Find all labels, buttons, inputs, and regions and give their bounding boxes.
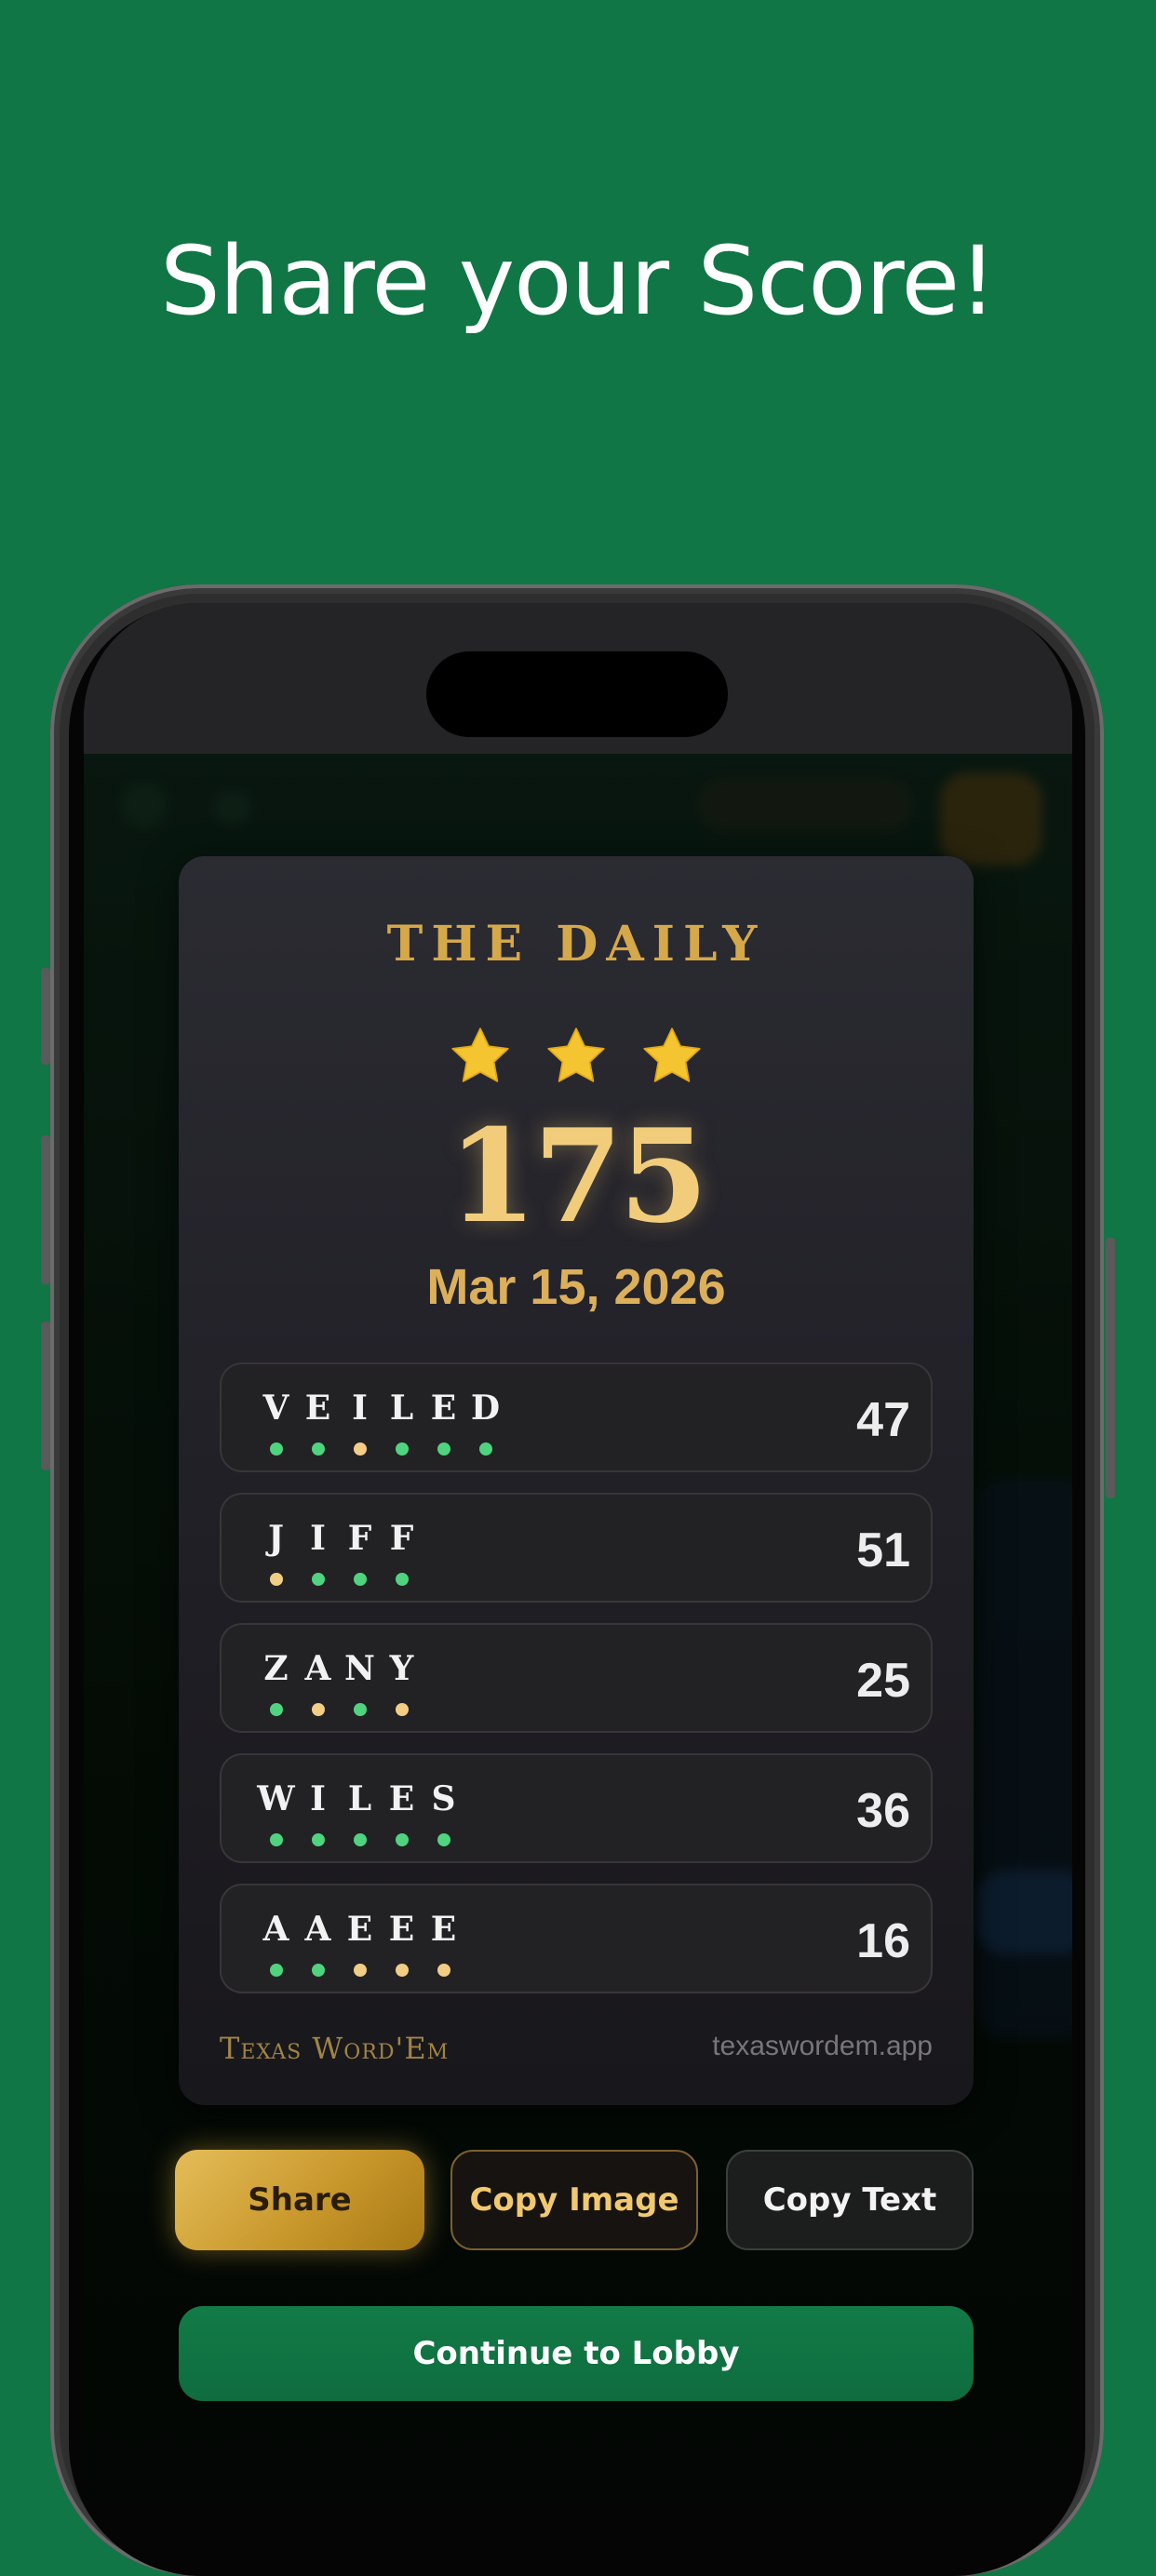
side-button-power (1106, 1238, 1115, 1498)
word-row: AAEEE 16 (220, 1884, 933, 1993)
word-letter: I (310, 1519, 326, 1558)
word-score: 36 (856, 1784, 910, 1838)
word-letter: I (310, 1779, 326, 1818)
word-row: JIFF 51 (220, 1493, 933, 1603)
green-dot-icon (269, 1833, 283, 1846)
star-icon (643, 1027, 701, 1082)
word-letter: I (352, 1389, 368, 1428)
word-letter: V (262, 1389, 289, 1428)
word-letter: Y (389, 1649, 414, 1688)
green-dot-icon (311, 1573, 325, 1586)
green-dot-icon (269, 1442, 283, 1456)
gold-dot-icon (269, 1573, 283, 1586)
word-score: 51 (856, 1523, 910, 1577)
word-letter: E (346, 1910, 373, 1949)
share-button[interactable]: Share (175, 2150, 424, 2250)
letter-dots (255, 1442, 506, 1456)
word-letter: Z (263, 1649, 289, 1688)
word-letter: E (430, 1910, 457, 1949)
side-button-silent (41, 968, 50, 1065)
brand-url: texaswordem.app (712, 2031, 933, 2061)
word-letter: F (389, 1519, 414, 1558)
star-icon (547, 1027, 605, 1082)
word-score: 16 (856, 1914, 910, 1968)
word-letter: N (344, 1649, 375, 1688)
word-score: 47 (856, 1393, 910, 1447)
letter-dots (255, 1833, 464, 1846)
word-letters: ZANY (255, 1649, 423, 1688)
letter-dots (255, 1964, 464, 1977)
headline: Share your Score! (159, 226, 997, 337)
word-letter: F (347, 1519, 372, 1558)
puzzle-date: Mar 15, 2026 (426, 1259, 726, 1315)
word-row: VEILED 47 (220, 1362, 933, 1472)
side-button-volume-down (41, 1322, 50, 1470)
letter-dots (255, 1573, 423, 1586)
gold-dot-icon (353, 1442, 367, 1456)
word-row: ZANY 25 (220, 1623, 933, 1733)
green-dot-icon (478, 1442, 492, 1456)
word-letter: E (388, 1910, 415, 1949)
word-letters: VEILED (255, 1389, 506, 1428)
word-letter: E (430, 1389, 457, 1428)
word-letter: J (267, 1519, 285, 1558)
word-letter: A (304, 1910, 331, 1949)
word-letter: L (347, 1779, 372, 1818)
green-dot-icon (353, 1703, 367, 1716)
gold-dot-icon (311, 1703, 325, 1716)
green-dot-icon (353, 1573, 367, 1586)
star-icon (451, 1027, 509, 1082)
word-letter: A (262, 1910, 289, 1949)
word-list: VEILED 47 JIFF 51 ZANY 25 WILES 36 AAEEE… (220, 1362, 933, 2014)
gold-dot-icon (395, 1703, 409, 1716)
green-dot-icon (269, 1703, 283, 1716)
word-score: 25 (856, 1654, 910, 1708)
green-dot-icon (311, 1833, 325, 1846)
green-dot-icon (437, 1833, 450, 1846)
green-dot-icon (395, 1573, 409, 1586)
letter-dots (255, 1703, 423, 1716)
copy-text-button[interactable]: Copy Text (726, 2150, 974, 2250)
word-row: WILES 36 (220, 1753, 933, 1863)
card-title: THE DAILY (386, 916, 766, 973)
copy-image-button[interactable]: Copy Image (450, 2150, 698, 2250)
gold-dot-icon (353, 1964, 367, 1977)
gold-dot-icon (395, 1964, 409, 1977)
total-score: 175 (447, 1100, 708, 1252)
green-dot-icon (395, 1833, 409, 1846)
word-letters: AAEEE (255, 1910, 464, 1949)
green-dot-icon (311, 1964, 325, 1977)
word-letter: D (470, 1389, 501, 1428)
green-dot-icon (311, 1442, 325, 1456)
green-dot-icon (353, 1833, 367, 1846)
star-rating (179, 1024, 974, 1093)
continue-to-lobby-button[interactable]: Continue to Lobby (179, 2306, 974, 2401)
share-card: THE DAILY 175 Mar 15, 2026 VEILED 47 JIF… (179, 856, 974, 2105)
brand-name: Texas Word'Em (220, 2031, 450, 2066)
word-letter: E (304, 1389, 331, 1428)
green-dot-icon (437, 1442, 450, 1456)
word-letter: S (431, 1779, 456, 1818)
word-letters: JIFF (255, 1519, 423, 1558)
side-button-volume-up (41, 1135, 50, 1284)
gold-dot-icon (437, 1964, 450, 1977)
word-letter: A (304, 1649, 331, 1688)
green-dot-icon (395, 1442, 409, 1456)
word-letter: L (389, 1389, 414, 1428)
green-dot-icon (269, 1964, 283, 1977)
dynamic-island (426, 651, 728, 737)
word-letters: WILES (255, 1779, 464, 1818)
word-letter: W (257, 1779, 295, 1818)
word-letter: E (388, 1779, 415, 1818)
